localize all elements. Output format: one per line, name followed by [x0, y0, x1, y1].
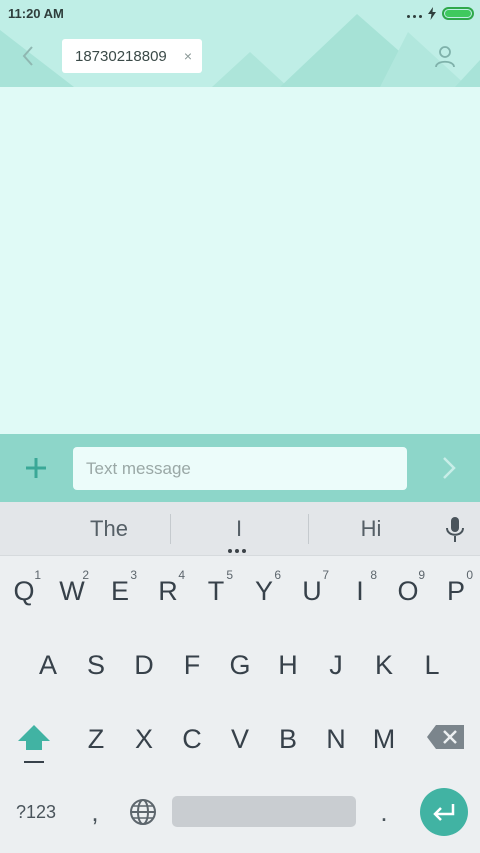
- suggestion-divider: [170, 514, 171, 544]
- charging-bolt-icon: [428, 6, 436, 20]
- suggestion-item[interactable]: I: [180, 502, 298, 556]
- key-t[interactable]: T5: [193, 560, 239, 622]
- key-w[interactable]: W2: [49, 560, 95, 622]
- app-header: 11:20 AM 18730218809 ×: [0, 0, 480, 87]
- key-a[interactable]: A: [25, 634, 71, 696]
- suggestion-item[interactable]: The: [50, 502, 168, 556]
- message-input[interactable]: [73, 447, 407, 490]
- remove-recipient-icon[interactable]: ×: [184, 48, 192, 64]
- key-x[interactable]: X: [121, 708, 167, 770]
- microphone-icon[interactable]: [443, 515, 467, 543]
- period-key[interactable]: .: [372, 792, 396, 832]
- key-q[interactable]: Q1: [1, 560, 47, 622]
- back-button[interactable]: [14, 42, 42, 70]
- shift-arrow-icon[interactable]: [12, 717, 56, 767]
- key-p[interactable]: P0: [433, 560, 479, 622]
- key-r[interactable]: R4: [145, 560, 191, 622]
- battery-full-icon: [442, 6, 474, 20]
- status-icons: [407, 6, 474, 20]
- more-dots-icon: [407, 6, 422, 20]
- enter-key[interactable]: [420, 788, 468, 836]
- key-l[interactable]: L: [409, 634, 455, 696]
- key-z[interactable]: Z: [73, 708, 119, 770]
- suggestion-item[interactable]: Hi: [312, 502, 430, 556]
- send-chevron-right-icon[interactable]: [436, 454, 462, 482]
- comma-key[interactable]: ,: [80, 792, 110, 832]
- key-s[interactable]: S: [73, 634, 119, 696]
- status-bar: 11:20 AM: [0, 0, 480, 28]
- key-y[interactable]: Y6: [241, 560, 287, 622]
- symbols-key[interactable]: ?123: [10, 792, 62, 832]
- suggestion-divider: [308, 514, 309, 544]
- recipient-chip[interactable]: 18730218809 ×: [62, 39, 202, 73]
- plus-icon[interactable]: [20, 452, 52, 484]
- key-j[interactable]: J: [313, 634, 359, 696]
- recipient-number: 18730218809: [75, 47, 167, 65]
- status-time: 11:20 AM: [8, 6, 64, 21]
- key-h[interactable]: H: [265, 634, 311, 696]
- key-k[interactable]: K: [361, 634, 407, 696]
- key-f[interactable]: F: [169, 634, 215, 696]
- key-c[interactable]: C: [169, 708, 215, 770]
- space-bar[interactable]: [172, 796, 356, 827]
- chevron-left-icon: [22, 46, 33, 66]
- key-o[interactable]: O9: [385, 560, 431, 622]
- key-v[interactable]: V: [217, 708, 263, 770]
- key-n[interactable]: N: [313, 708, 359, 770]
- key-i[interactable]: I8: [337, 560, 383, 622]
- conversation-area: [0, 87, 480, 434]
- more-suggestions-icon[interactable]: [228, 549, 246, 553]
- enter-return-icon: [433, 804, 455, 821]
- globe-icon[interactable]: [128, 797, 158, 827]
- soft-keyboard: The I Hi Q1 W2 E3 R4 T5 Y6 U7 I8 O9 P0 A…: [0, 502, 480, 853]
- key-u[interactable]: U7: [289, 560, 335, 622]
- backspace-icon[interactable]: [426, 724, 466, 750]
- suggestion-strip: The I Hi: [0, 502, 480, 556]
- key-b[interactable]: B: [265, 708, 311, 770]
- key-e[interactable]: E3: [97, 560, 143, 622]
- key-g[interactable]: G: [217, 634, 263, 696]
- key-m[interactable]: M: [361, 708, 407, 770]
- compose-bar: [0, 434, 480, 502]
- person-icon[interactable]: [432, 44, 458, 70]
- key-d[interactable]: D: [121, 634, 167, 696]
